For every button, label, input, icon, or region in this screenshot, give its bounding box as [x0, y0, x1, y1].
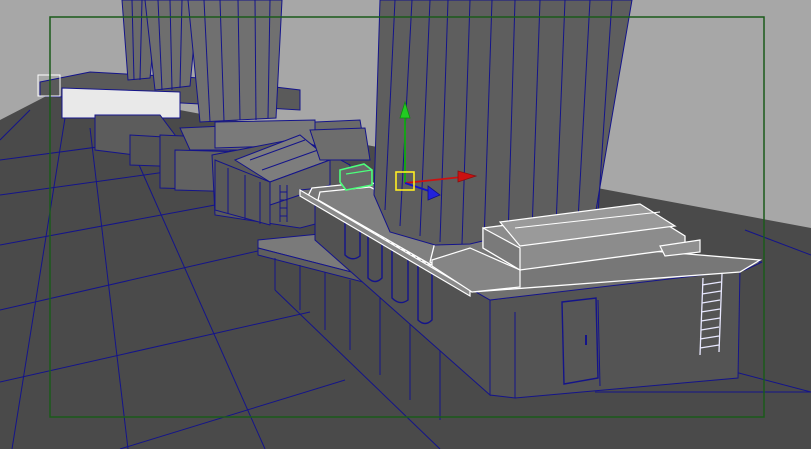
funnel-middle[interactable]: [187, 0, 283, 123]
door-icon[interactable]: [561, 297, 599, 385]
maya-3d-viewport[interactable]: [0, 0, 811, 449]
viewport-canvas[interactable]: [0, 0, 811, 449]
funnel-near[interactable]: [373, 0, 633, 246]
